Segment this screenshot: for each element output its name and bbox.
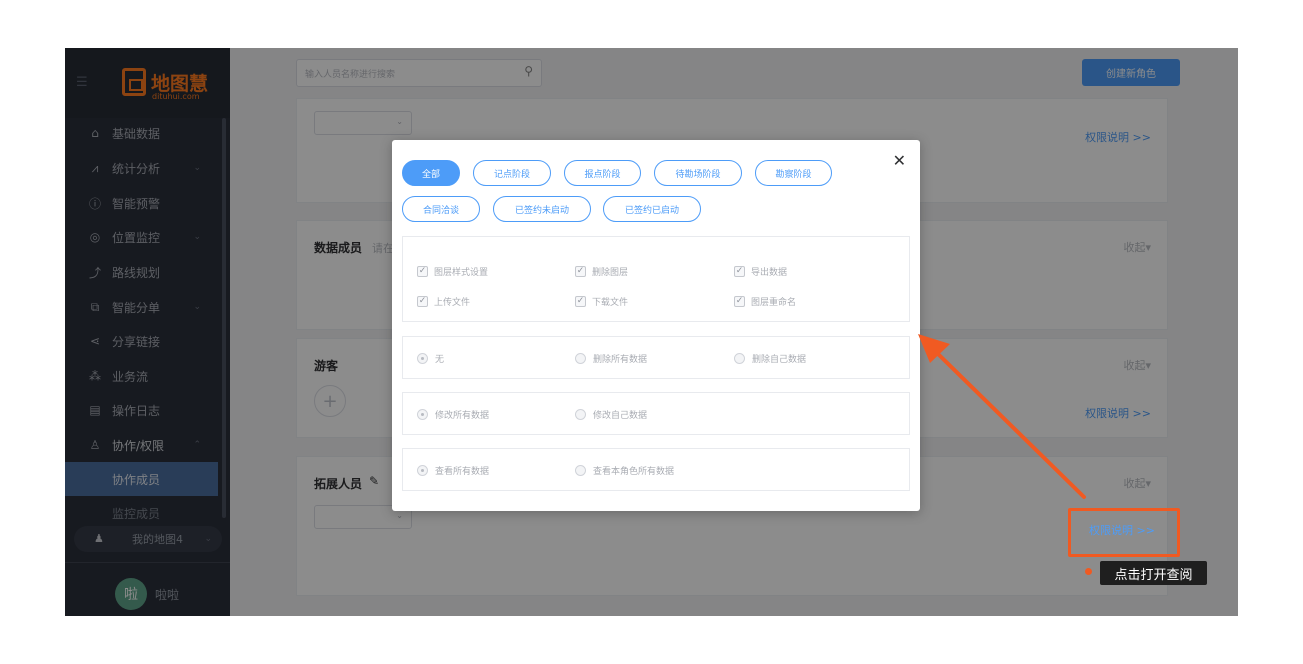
- radio-icon: [575, 465, 586, 476]
- radio-icon: [734, 353, 745, 364]
- radio-selected-icon: [417, 353, 428, 364]
- radio-panel-delete: 无 删除所有数据 删除自己数据: [402, 336, 910, 379]
- checkbox-delete-layer[interactable]: ✓ 删除图层: [575, 265, 628, 278]
- radio-edit-all[interactable]: 修改所有数据: [417, 408, 489, 421]
- radio-view-all[interactable]: 查看所有数据: [417, 464, 489, 477]
- tag-stage-pending-survey[interactable]: 待勘场阶段: [654, 160, 742, 186]
- checkbox-checked-icon: ✓: [575, 296, 586, 307]
- tooltip-dot-icon: [1085, 568, 1092, 575]
- radio-view-role[interactable]: 查看本角色所有数据: [575, 464, 674, 477]
- tag-contract-negotiation[interactable]: 合同洽谈: [402, 196, 480, 222]
- radio-delete-own[interactable]: 删除自己数据: [734, 352, 806, 365]
- checkbox-checked-icon: ✓: [417, 296, 428, 307]
- radio-panel-edit: 修改所有数据 修改自己数据: [402, 392, 910, 435]
- tag-stage-record[interactable]: 记点阶段: [473, 160, 551, 186]
- radio-label: 查看本角色所有数据: [593, 467, 675, 477]
- checkbox-checked-icon: ✓: [734, 266, 745, 277]
- radio-label: 删除所有数据: [593, 355, 648, 365]
- checkbox-download-file[interactable]: ✓ 下载文件: [575, 295, 628, 308]
- radio-label: 修改自己数据: [593, 411, 648, 421]
- checkbox-label: 上传文件: [434, 298, 471, 308]
- radio-none[interactable]: 无: [417, 352, 444, 365]
- radio-edit-own[interactable]: 修改自己数据: [575, 408, 647, 421]
- radio-label: 查看所有数据: [435, 467, 490, 477]
- radio-panel-view: 查看所有数据 查看本角色所有数据: [402, 448, 910, 491]
- tag-stage-survey[interactable]: 勘察阶段: [755, 160, 832, 186]
- checkbox-export-data[interactable]: ✓ 导出数据: [734, 265, 787, 278]
- radio-label: 修改所有数据: [435, 411, 490, 421]
- tag-all[interactable]: 全部: [402, 160, 460, 186]
- checkbox-upload-file[interactable]: ✓ 上传文件: [417, 295, 470, 308]
- tag-stage-report[interactable]: 报点阶段: [564, 160, 641, 186]
- checkbox-label: 图层样式设置: [434, 268, 489, 278]
- radio-icon: [575, 409, 586, 420]
- checkbox-checked-icon: ✓: [417, 266, 428, 277]
- checkbox-layer-style[interactable]: ✓ 图层样式设置: [417, 265, 488, 278]
- app-window: ☰ 地图慧 dituhui.com ⌂ 基础数据 ⩘ 统计分析 ⌄ ⓘ 智能预警…: [65, 48, 1238, 616]
- highlight-box: [1068, 508, 1180, 557]
- radio-icon: [575, 353, 586, 364]
- radio-selected-icon: [417, 409, 428, 420]
- checkbox-rename-layer[interactable]: ✓ 图层重命名: [734, 295, 796, 308]
- radio-label: 删除自己数据: [752, 355, 807, 365]
- checkbox-label: 下载文件: [592, 298, 629, 308]
- checkbox-label: 删除图层: [592, 268, 629, 278]
- permission-modal: ✕ 全部 记点阶段 报点阶段 待勘场阶段 勘察阶段 合同洽谈 已签约未启动 已签…: [392, 140, 920, 511]
- radio-label: 无: [435, 355, 445, 365]
- checkbox-checked-icon: ✓: [734, 296, 745, 307]
- radio-selected-icon: [417, 465, 428, 476]
- checkbox-checked-icon: ✓: [575, 266, 586, 277]
- close-icon[interactable]: ✕: [893, 151, 906, 170]
- checkbox-label: 导出数据: [751, 268, 788, 278]
- checkbox-panel: ✓ 图层样式设置 ✓ 删除图层 ✓ 导出数据 ✓ 上传文件 ✓ 下载文件 ✓ 图层重命名: [402, 236, 910, 322]
- tag-signed-started[interactable]: 已签约已启动: [603, 196, 701, 222]
- tag-signed-not-started[interactable]: 已签约未启动: [493, 196, 591, 222]
- checkbox-label: 图层重命名: [751, 298, 797, 308]
- radio-delete-all[interactable]: 删除所有数据: [575, 352, 647, 365]
- tooltip: 点击打开查阅: [1100, 561, 1207, 585]
